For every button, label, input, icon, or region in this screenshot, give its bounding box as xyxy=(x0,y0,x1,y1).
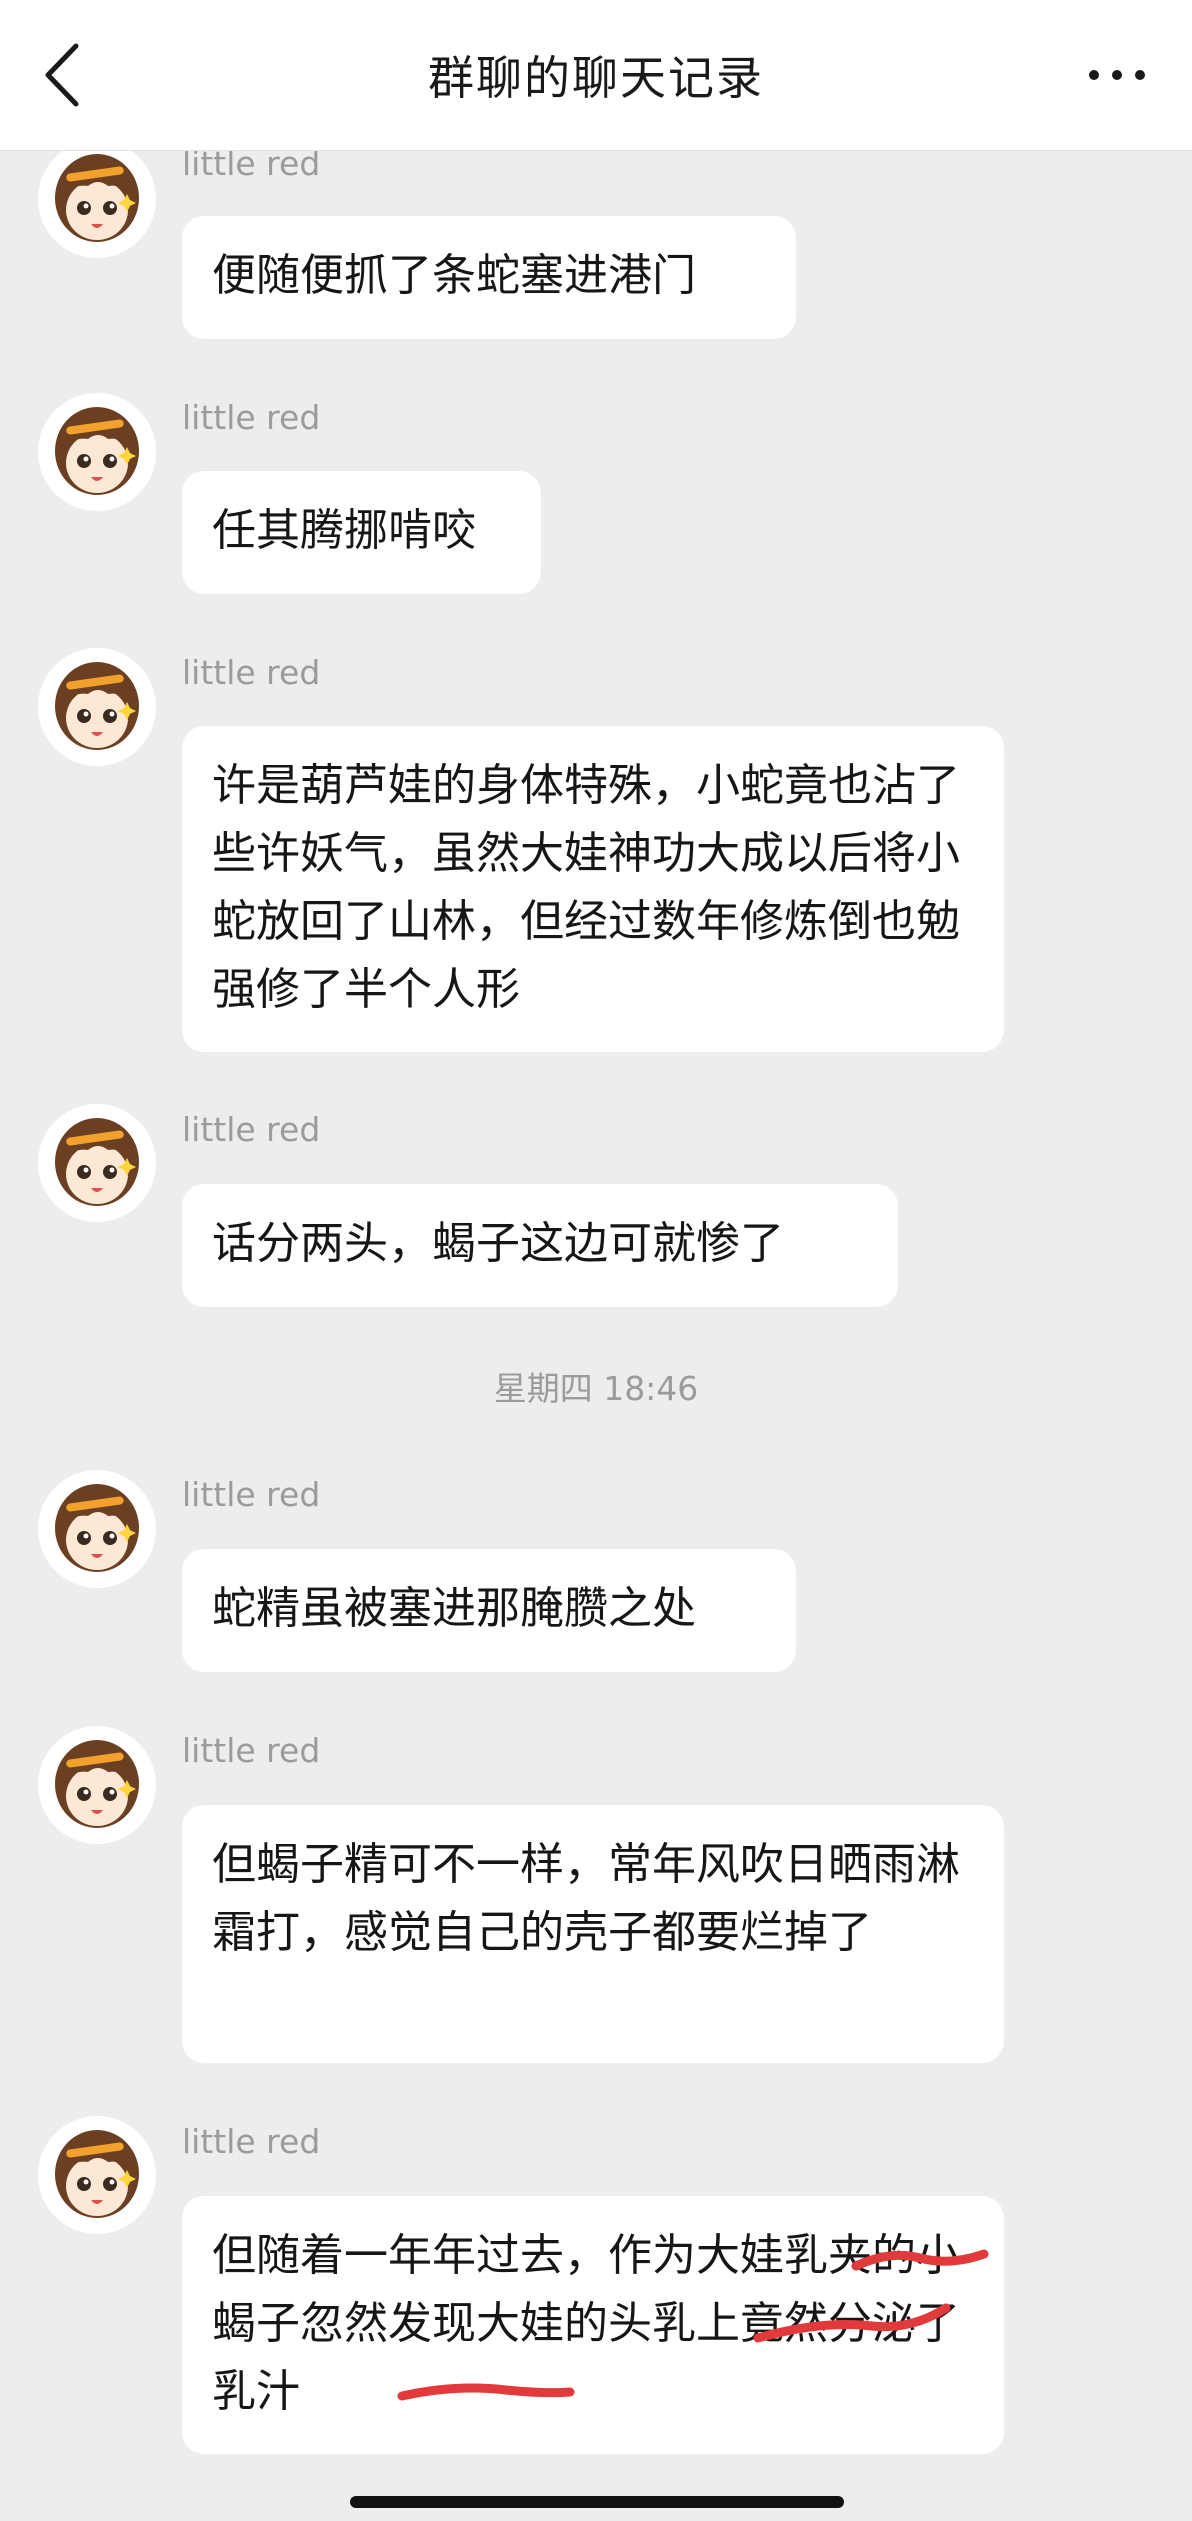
sender-name: little red xyxy=(182,653,321,692)
anime-girl-avatar-icon xyxy=(38,1726,156,1844)
avatar[interactable] xyxy=(38,1470,156,1588)
chat-history[interactable]: little red 便随便抓了条蛇塞进港门 little red 任其腾挪啃咬 xyxy=(0,150,1192,2521)
avatar[interactable] xyxy=(38,150,156,258)
nav-header: 群聊的聊天记录 xyxy=(0,0,1192,151)
avatar[interactable] xyxy=(38,2116,156,2234)
home-indicator[interactable] xyxy=(350,2496,844,2508)
anime-girl-avatar-icon xyxy=(38,2116,156,2234)
anime-girl-avatar-icon xyxy=(38,393,156,511)
sender-name: little red xyxy=(182,150,321,183)
timestamp-divider: 星期四 18:46 xyxy=(493,1369,699,1408)
avatar[interactable] xyxy=(38,1104,156,1222)
message-bubble[interactable]: 任其腾挪啃咬 xyxy=(182,471,541,594)
avatar[interactable] xyxy=(38,648,156,766)
message-bubble[interactable]: 话分两头，蝎子这边可就惨了 xyxy=(182,1184,898,1307)
anime-girl-avatar-icon xyxy=(38,150,156,258)
sender-name: little red xyxy=(182,1110,321,1149)
sender-name: little red xyxy=(182,1475,321,1514)
message-bubble[interactable]: 蛇精虽被塞进那腌臜之处 xyxy=(182,1549,796,1672)
anime-girl-avatar-icon xyxy=(38,1104,156,1222)
avatar[interactable] xyxy=(38,1726,156,1844)
anime-girl-avatar-icon xyxy=(38,648,156,766)
sender-name: little red xyxy=(182,398,321,437)
sender-name: little red xyxy=(182,1731,321,1770)
message-bubble[interactable]: 便随便抓了条蛇塞进港门 xyxy=(182,216,796,339)
sender-name: little red xyxy=(182,2122,321,2161)
message-bubble[interactable]: 许是葫芦娃的身体特殊，小蛇竟也沾了些许妖气，虽然大娃神功大成以后将小蛇放回了山林… xyxy=(182,726,1004,1052)
avatar[interactable] xyxy=(38,393,156,511)
page-title: 群聊的聊天记录 xyxy=(428,51,764,105)
message-bubble[interactable]: 但随着一年年过去，作为大娃乳夹的小蝎子忽然发现大娃的头乳上竟然分泌了乳汁 xyxy=(182,2196,1004,2454)
anime-girl-avatar-icon xyxy=(38,1470,156,1588)
more-horizontal-icon[interactable] xyxy=(1086,58,1148,92)
message-bubble[interactable]: 但蝎子精可不一样，常年风吹日晒雨淋霜打，感觉自己的壳子都要烂掉了 xyxy=(182,1805,1004,2063)
